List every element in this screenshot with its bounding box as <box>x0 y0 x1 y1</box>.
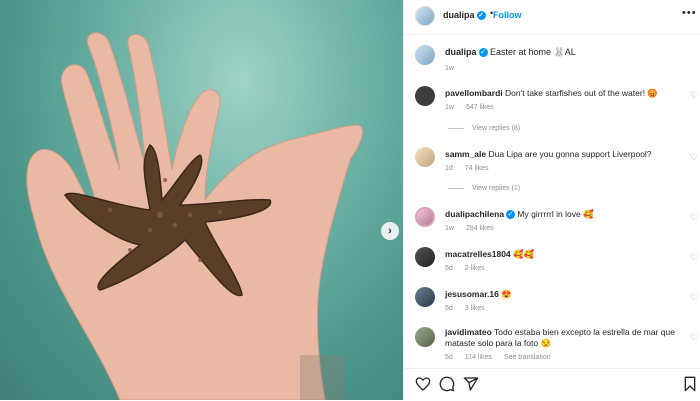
comment-meta: 5d 2 likes <box>445 265 497 272</box>
post-header: dualipa ✓ • Follow ••• <box>404 0 700 35</box>
commenter-avatar[interactable] <box>415 247 435 267</box>
like-comment-heart-icon[interactable]: ♡ <box>690 292 698 303</box>
comment-likes[interactable]: 2 likes <box>465 265 485 272</box>
comment-likes[interactable]: 74 likes <box>465 165 489 172</box>
next-media-button[interactable]: › <box>381 222 399 240</box>
heart-icon[interactable] <box>415 376 431 392</box>
view-replies-link[interactable]: View replies (8) <box>448 125 520 132</box>
commenter-avatar[interactable] <box>415 147 435 167</box>
comment-body: Don't take starfishes out of the water! … <box>505 88 659 98</box>
like-comment-heart-icon[interactable]: ♡ <box>690 332 698 343</box>
like-comment-heart-icon[interactable]: ♡ <box>690 90 698 101</box>
comment-meta: 1d 74 likes <box>445 165 501 172</box>
hand-with-starfish-illustration <box>26 32 363 400</box>
author-avatar[interactable] <box>415 6 435 26</box>
comment-meta: 1w 547 likes <box>445 104 506 111</box>
comment-icon[interactable] <box>439 376 455 392</box>
replies-line <box>448 187 464 189</box>
share-icon[interactable] <box>463 376 479 392</box>
view-replies-text[interactable]: View replies (8) <box>472 125 520 132</box>
more-options-icon[interactable]: ••• <box>682 7 697 19</box>
comment-text: macatrelles1804 🥰🥰 <box>445 249 685 260</box>
comment-username[interactable]: dualipachilena <box>445 209 504 219</box>
commenter-avatar[interactable] <box>415 207 435 227</box>
comment-body: My girrrrrl in love 🥰 <box>517 209 594 219</box>
comment-username[interactable]: jesusomar.16 <box>445 289 499 299</box>
commenter-avatar[interactable] <box>415 327 435 347</box>
post-side-panel: dualipa ✓ • Follow ••• dualipa ✓ Easter at… <box>403 0 700 400</box>
comment-username[interactable]: javidimateo <box>445 327 492 337</box>
comment-time: 5d <box>445 305 453 312</box>
author-username-text[interactable]: dualipa <box>443 10 475 20</box>
comment-time: 1w <box>445 104 454 111</box>
commenter-avatar[interactable] <box>415 86 435 106</box>
comment-username[interactable]: samm_ale <box>445 149 486 159</box>
post-actions-bar <box>404 368 700 401</box>
view-replies-link[interactable]: View replies (1) <box>448 185 520 192</box>
comment-meta: 5d 114 likes See translation <box>445 354 563 361</box>
comment-time: 5d <box>445 354 453 361</box>
comment-body: Dua Lipa are you gonna support Liverpool… <box>488 149 652 159</box>
verified-badge-icon: ✓ <box>476 11 486 21</box>
commenter-avatar[interactable] <box>415 287 435 307</box>
see-translation-link[interactable]: See translation <box>504 354 551 361</box>
view-replies-text[interactable]: View replies (1) <box>472 185 520 192</box>
caption-text: Easter at home 🐰AL <box>490 47 576 57</box>
like-comment-heart-icon[interactable]: ♡ <box>690 252 698 263</box>
caption-username[interactable]: dualipa <box>445 47 477 57</box>
comment-likes[interactable]: 114 likes <box>465 354 492 361</box>
comment-time: 5d <box>445 265 453 272</box>
comment-time: 1w <box>445 225 454 232</box>
comment-meta: 1w 284 likes <box>445 225 506 232</box>
caption-time: 1w <box>445 65 454 72</box>
comment-text: dualipachilena ✓ My girrrrrl in love 🥰 <box>445 209 685 220</box>
like-comment-heart-icon[interactable]: ♡ <box>690 152 698 163</box>
post-media-image: › <box>0 0 403 400</box>
bookmark-icon[interactable] <box>683 376 697 392</box>
comment-username[interactable]: pavellombardi <box>445 88 503 98</box>
comment-body: 🥰🥰 <box>513 249 535 259</box>
comment-body: 😍 <box>501 289 512 299</box>
comment-likes[interactable]: 547 likes <box>466 104 494 111</box>
replies-line <box>448 127 464 129</box>
comment-likes[interactable]: 3 likes <box>465 305 485 312</box>
comment-time: 1d <box>445 165 453 172</box>
follow-button[interactable]: Follow <box>493 10 522 20</box>
verified-badge-icon: ✓ <box>506 210 516 220</box>
like-comment-heart-icon[interactable]: ♡ <box>690 212 698 223</box>
caption: dualipa ✓ Easter at home 🐰AL <box>445 47 576 58</box>
comment-text: pavellombardi Don't take starfishes out … <box>445 88 685 99</box>
comment-text: javidimateo Todo estaba bien excepto la … <box>445 327 685 349</box>
author-username[interactable]: dualipa ✓ <box>443 10 486 21</box>
caption-author-avatar[interactable] <box>415 45 435 65</box>
comment-text: samm_ale Dua Lipa are you gonna support … <box>445 149 685 160</box>
comment-text: jesusomar.16 😍 <box>445 289 685 300</box>
comment-meta: 5d 3 likes <box>445 305 497 312</box>
comment-username[interactable]: macatrelles1804 <box>445 249 511 259</box>
comment-likes[interactable]: 284 likes <box>466 225 494 232</box>
verified-badge-icon: ✓ <box>478 48 488 58</box>
